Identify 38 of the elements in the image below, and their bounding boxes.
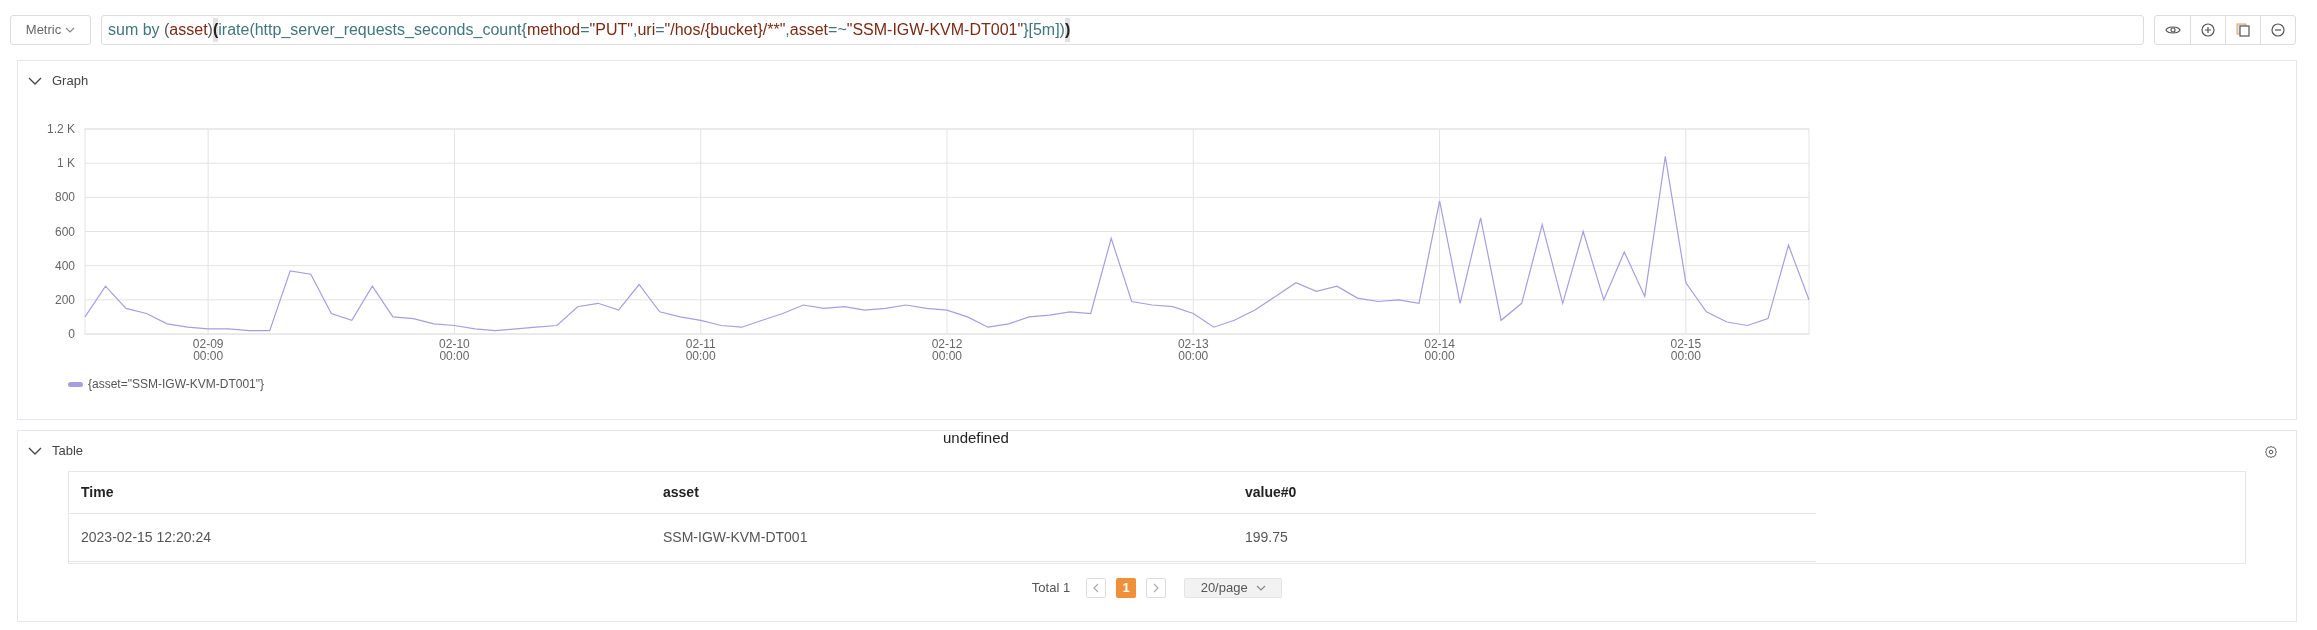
- table-cell-text: 2023-02-15 12:20:24: [80, 528, 212, 547]
- add-icon: [2200, 22, 2216, 38]
- y-axis-label: 400: [54, 258, 75, 273]
- y-axis-label: 0: [68, 327, 75, 341]
- total-count: Total 1: [1031, 579, 1071, 598]
- legend-label[interactable]: {asset="SSM-IGW-KVM-DT001"}: [88, 375, 264, 393]
- chevron-down-icon: [1255, 585, 1266, 591]
- x-axis-label: 02-10 00:00: [439, 337, 470, 363]
- y-axis-label: 1 K: [57, 156, 75, 171]
- y-axis-label: 800: [54, 190, 75, 205]
- status-text: undefined: [943, 428, 1009, 448]
- chevron-icon: [1153, 583, 1160, 593]
- table-cell-text: 199.75: [1244, 528, 1289, 547]
- query-field[interactable]: sum by (asset)(irate(http_server_requests_seconds_count{method="PUT",uri="/hos/{bucket}/**",asset=~"SSM-IGW-KVM-DT001"}[5m])): [101, 15, 2144, 45]
- y-axis-label: 1.2 K: [46, 122, 75, 136]
- x-axis-label: 02-13 00:00: [1177, 337, 1209, 363]
- chevron-down-icon: [65, 27, 76, 33]
- x-axis-label: 02-15 00:00: [1670, 337, 1702, 363]
- metric-dropdown[interactable]: Metric: [10, 15, 91, 45]
- chevron-icon: [1093, 583, 1100, 593]
- x-axis-label: 02-12 00:00: [931, 337, 963, 363]
- collapse-icon[interactable]: [28, 77, 42, 85]
- y-axis-label: 200: [54, 292, 75, 307]
- copy-icon: [2235, 22, 2251, 38]
- collapse-icon[interactable]: [28, 447, 42, 455]
- x-axis-label: 02-11 00:00: [685, 337, 716, 363]
- settings-icon[interactable]: [2264, 445, 2278, 459]
- column-header: Time: [80, 483, 115, 502]
- x-axis-label: 02-09 00:00: [192, 337, 224, 363]
- page-size-dropdown[interactable]: 20/page: [1184, 578, 1283, 598]
- x-axis-label: 02-14 00:00: [1424, 337, 1455, 363]
- column-header: asset: [662, 483, 700, 502]
- remove-icon: [2270, 22, 2286, 38]
- y-axis-label: 600: [54, 224, 75, 239]
- table-cell-text: SSM-IGW-KVM-DT001: [662, 528, 809, 547]
- panel-title: Graph: [52, 72, 89, 91]
- panel-title: Table: [52, 442, 84, 461]
- column-header: value#0: [1244, 483, 1298, 502]
